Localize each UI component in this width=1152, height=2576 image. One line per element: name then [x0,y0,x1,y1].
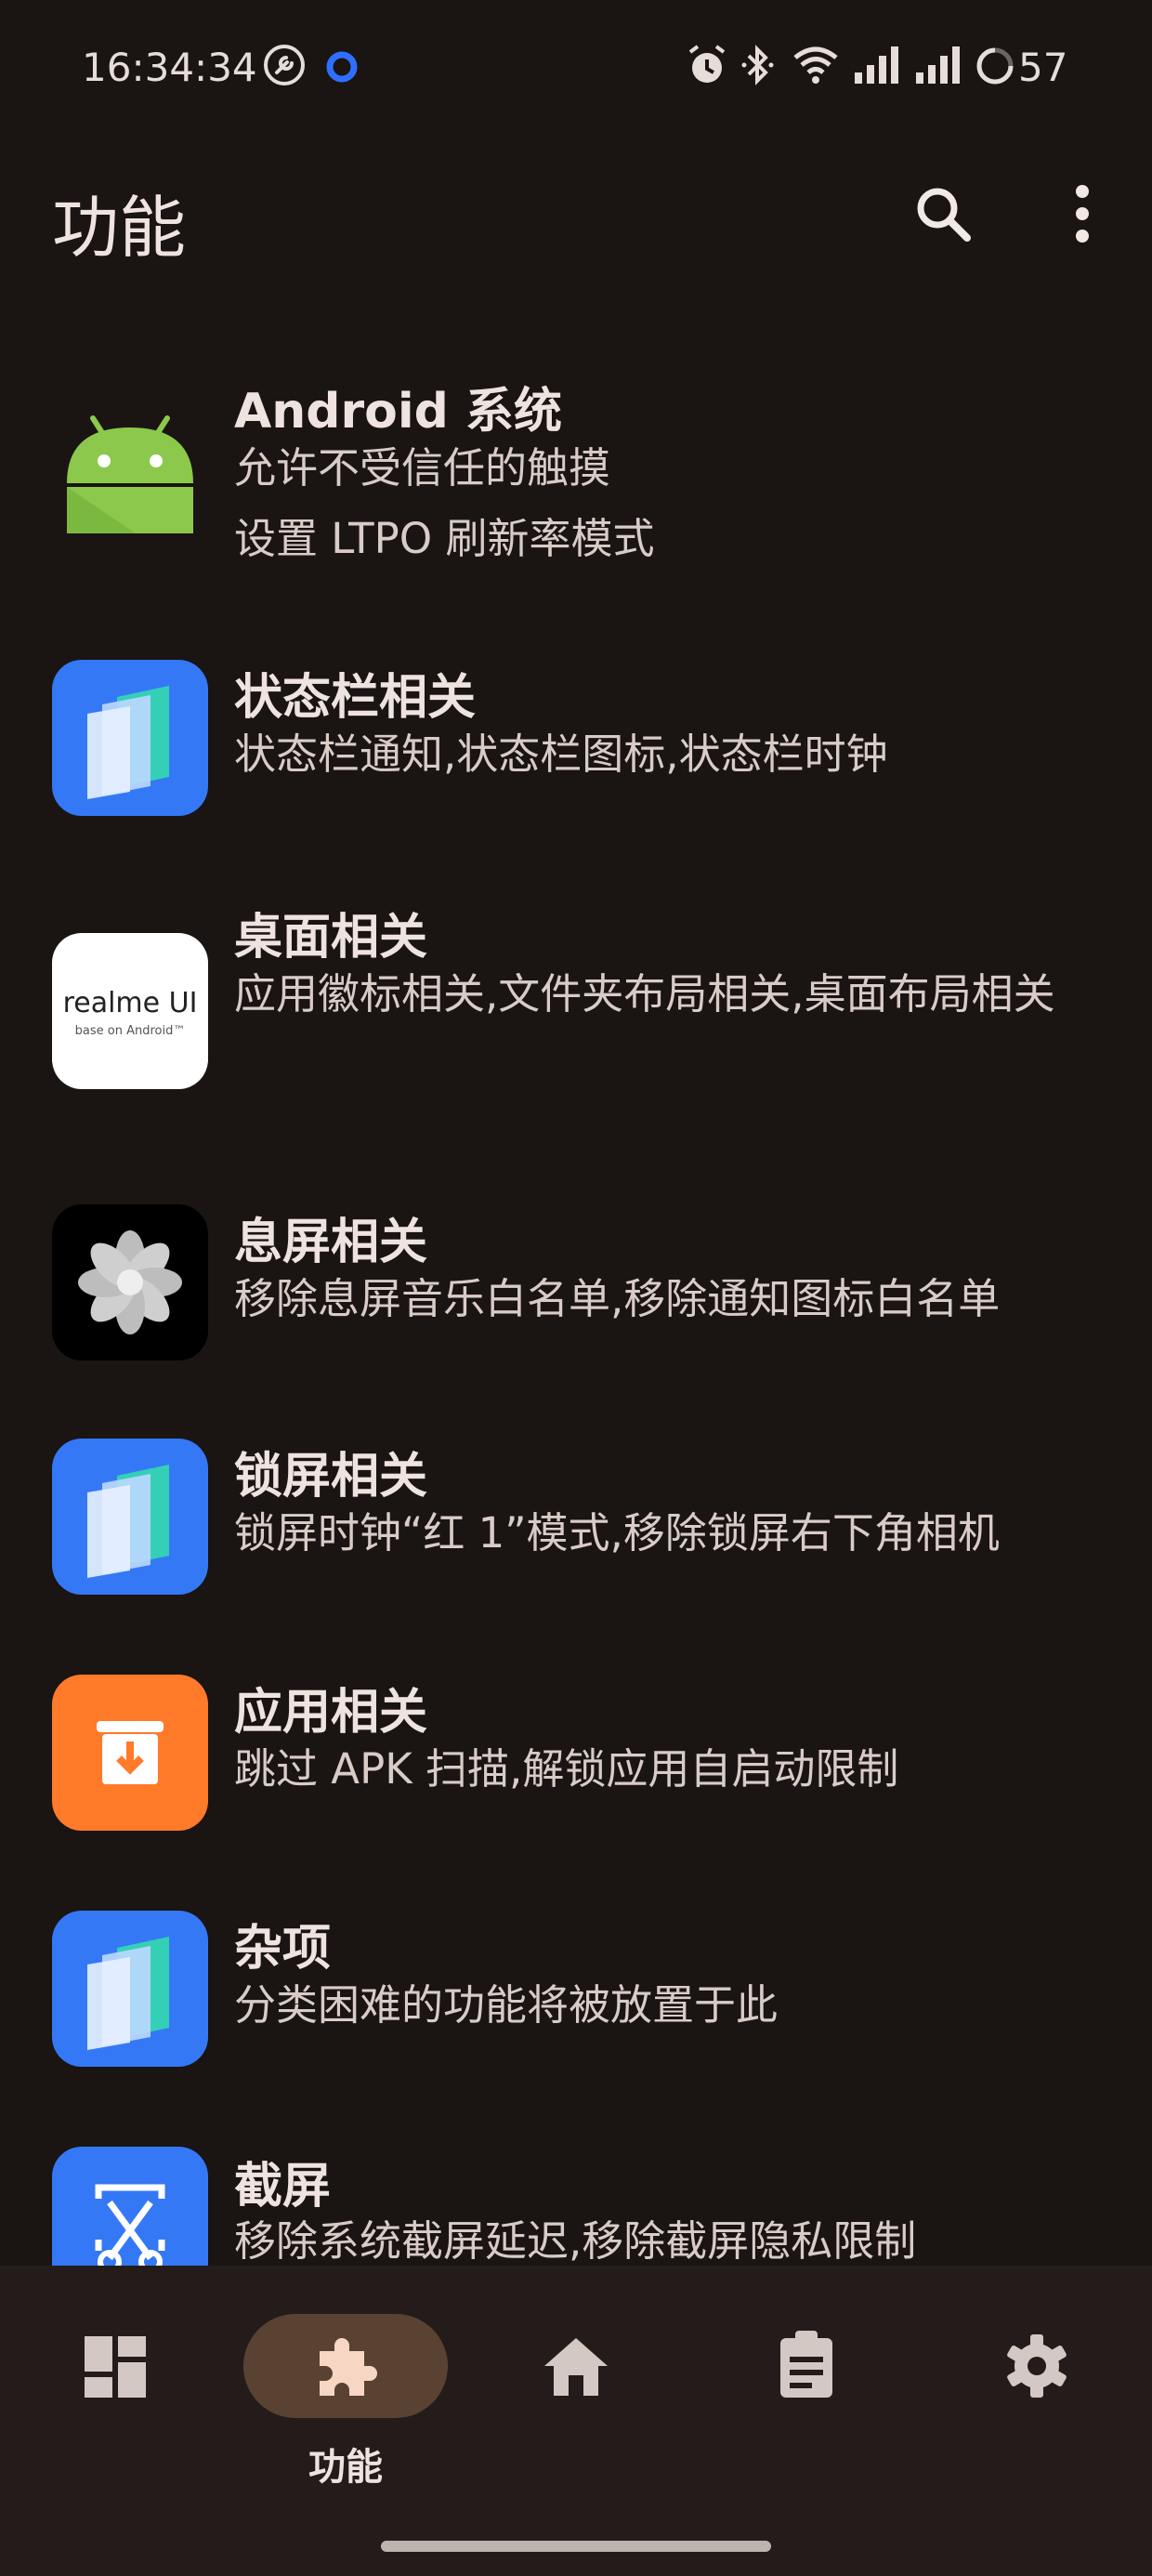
item-subtitle: 分类困难的功能将被放置于此 [234,1980,779,2030]
item-title: 桌面相关 [234,910,428,966]
alarm-icon [688,45,726,83]
status-time: 16:34:34 [82,45,257,90]
item-subtitle: 允许不受信任的触摸 设置 LTPO 刷新率模式 [234,443,655,563]
wifi-icon [793,46,838,84]
item-title: 锁屏相关 [234,1449,428,1505]
item-title: Android 系统 [234,384,563,440]
more-vert-icon[interactable] [1045,177,1119,251]
settings-gear-icon [1007,2334,1067,2398]
item-title: 息屏相关 [234,1215,428,1270]
home-indicator[interactable] [381,2541,771,2552]
app-bar: 功能 [0,139,1152,279]
systemui-icon [52,660,208,816]
wrench-icon [264,45,305,85]
dashboard-icon [85,2336,146,2398]
item-subtitle: 状态栏通知,状态栏图标,状态栏时钟 [234,729,888,779]
feature-list: Android 系统 允许不受信任的触摸 设置 LTPO 刷新率模式 状态栏相关… [0,353,1152,2266]
item-title: 应用相关 [234,1685,428,1741]
realme-ui-icon: realme UI base on Android™ [52,933,208,1089]
item-subtitle: 移除息屏音乐白名单,移除通知图标白名单 [234,1274,1001,1323]
nav-item-settings[interactable] [935,2314,1139,2472]
item-title: 杂项 [234,1921,332,1977]
nav-item-home[interactable] [474,2314,678,2472]
home-icon [544,2338,608,2396]
list-item-launcher[interactable]: realme UI base on Android™ 桌面相关 应用徽标相关,文… [0,859,1152,1165]
list-item-apps[interactable]: 应用相关 跳过 APK 扫描,解锁应用自启动限制 [0,1637,1152,1873]
list-item-lockscreen[interactable]: 锁屏相关 锁屏时钟“红 1”模式,移除锁屏右下角相机 [0,1401,1152,1637]
aod-flower-icon [52,1204,208,1360]
status-bar: 16:34:34 57 [0,0,1152,139]
clipboard-icon [780,2331,832,2398]
nav-item-features[interactable]: 功能 [243,2314,448,2489]
android-icon [67,415,193,533]
screenshot-scissors-icon [52,2147,208,2266]
bottom-navigation: 功能 [0,2266,1152,2576]
battery-level: 57 [1018,45,1068,90]
nav-item-dashboard[interactable] [13,2314,217,2472]
nav-label: 功能 [308,2446,383,2489]
item-subtitle: 移除系统截屏延迟,移除截屏隐私限制 [234,2216,917,2266]
systemui-icon [52,1911,208,2067]
item-subtitle: 跳过 APK 扫描,解锁应用自启动限制 [234,1744,899,1794]
signal-icon [855,46,898,84]
package-install-icon [52,1675,208,1831]
list-item-statusbar[interactable]: 状态栏相关 状态栏通知,状态栏图标,状态栏时钟 [0,623,1152,859]
extension-icon [320,2338,377,2396]
list-item-screenshot[interactable]: 截屏 移除系统截屏延迟,移除截屏隐私限制 [0,2109,1152,2266]
item-subtitle: 应用徽标相关,文件夹布局相关,桌面布局相关 [234,969,1055,1019]
record-icon [326,51,358,83]
page-title: 功能 [52,189,187,267]
signal-icon [916,46,960,84]
item-subtitle: 锁屏时钟“红 1”模式,移除锁屏右下角相机 [234,1508,1000,1557]
systemui-icon [52,1439,208,1595]
item-title: 状态栏相关 [234,670,477,726]
list-item-misc[interactable]: 杂项 分类困难的功能将被放置于此 [0,1873,1152,2109]
list-item-aod[interactable]: 息屏相关 移除息屏音乐白名单,移除通知图标白名单 [0,1165,1152,1401]
nav-item-clipboard[interactable] [704,2314,909,2472]
search-icon[interactable] [906,177,980,251]
bluetooth-icon [741,45,774,85]
battery-icon [976,47,1014,85]
list-item-android-system[interactable]: Android 系统 允许不受信任的触摸 设置 LTPO 刷新率模式 [0,353,1152,623]
